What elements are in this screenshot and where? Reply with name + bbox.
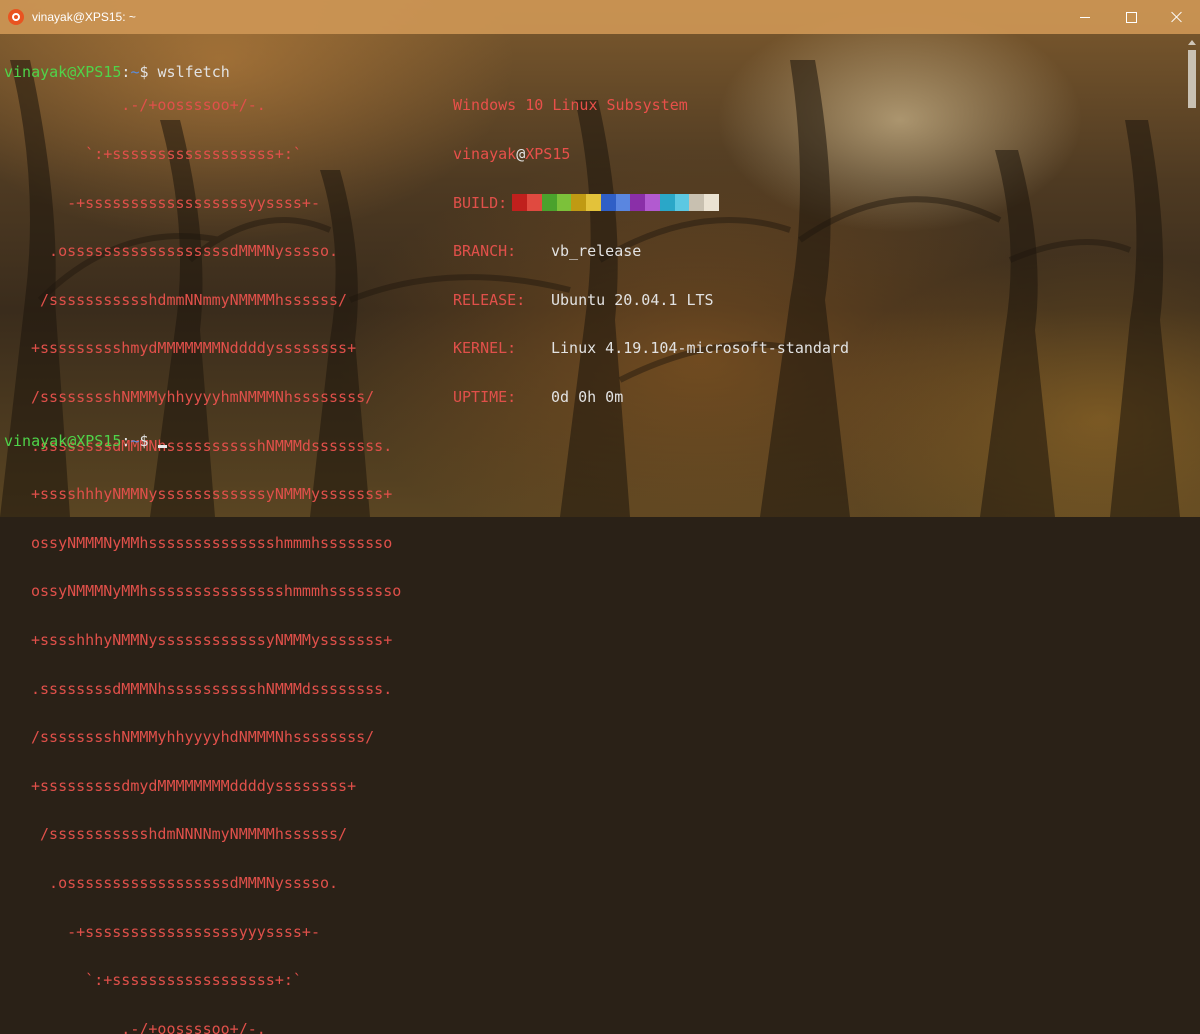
close-button[interactable] xyxy=(1154,0,1200,34)
title-bar[interactable]: vinayak@XPS15: ~ xyxy=(0,0,1200,34)
info-row-branch: BRANCH: vb_release xyxy=(453,243,849,259)
text-cursor xyxy=(157,445,167,449)
palette-swatch xyxy=(704,194,719,211)
ascii-line: /sssssssshNMMMyhhyyyyhdNMMMNhssssssss/ xyxy=(31,728,375,747)
ascii-line: .ossssssssssssssssssdMMMNysssso. xyxy=(31,873,339,892)
palette-swatch xyxy=(615,194,630,211)
info-at: @ xyxy=(516,145,526,163)
info-value: 0d 0h 0m xyxy=(551,387,624,406)
ascii-line: /ssssssssssshdmNNNNmyNMMMMhssssss/ xyxy=(31,825,348,844)
ascii-line: -+ssssssssssssssssssyyssss+- xyxy=(31,193,320,212)
info-row-uptime: UPTIME: 0d 0h 0m xyxy=(453,389,849,405)
palette-swatch xyxy=(674,194,689,211)
ascii-line: +sssshhhyNMMNyssssssssssssyNMMMysssssss+ xyxy=(31,485,393,504)
ascii-line: ossyNMMMNyMMhsssssssssssssshmmmhssssssso xyxy=(31,533,393,552)
info-userhost: vinayak@XPS15 xyxy=(453,146,849,162)
palette-swatch xyxy=(556,194,571,211)
info-key: KERNEL: xyxy=(453,339,517,358)
ascii-line: .-/+oossssoo+/-. xyxy=(31,1019,266,1034)
palette-swatch xyxy=(630,194,645,211)
prompt-line[interactable]: vinayak@XPS15:~$ xyxy=(4,432,167,451)
ascii-line: +sssssssssdmydMMMMMMMMddddyssssssss+ xyxy=(31,776,357,795)
info-header: Windows 10 Linux Subsystem xyxy=(453,96,688,115)
palette-swatch xyxy=(512,194,527,211)
ubuntu-icon xyxy=(8,9,24,25)
ascii-line: .ossssssssssssssssssdMMMNysssso. xyxy=(31,242,339,261)
info-value: Ubuntu 20.04.1 LTS xyxy=(551,290,714,309)
ascii-line: .-/+oossssoo+/-. xyxy=(31,96,266,115)
ascii-line: `:+ssssssssssssssssss+:` xyxy=(31,971,302,990)
color-palette xyxy=(512,194,719,211)
info-key: BRANCH: xyxy=(453,242,517,261)
info-user: vinayak xyxy=(453,145,517,163)
minimize-button[interactable] xyxy=(1062,0,1108,34)
maximize-icon xyxy=(1125,11,1137,23)
ascii-line: /ssssssssssshdmmNNmmyNMMMMhssssss/ xyxy=(31,290,348,309)
palette-swatch xyxy=(659,194,675,211)
info-value: Linux 4.19.104-microsoft-standard xyxy=(551,339,850,358)
prompt-symbol: $ xyxy=(139,432,149,451)
terminal-prompt[interactable]: vinayak@XPS15:~$ xyxy=(4,401,167,466)
scroll-up-arrow-icon[interactable] xyxy=(1188,40,1196,45)
ascii-line: `:+ssssssssssssssssss+:` xyxy=(31,145,302,163)
palette-swatch xyxy=(571,194,586,211)
minimize-icon xyxy=(1080,16,1090,18)
ascii-line: -+sssssssssssssssssyyyssss+- xyxy=(31,922,320,941)
ascii-line: ossyNMMMNyMMhssssssssssssssshmmmhsssssss… xyxy=(31,582,402,601)
palette-swatch xyxy=(600,194,616,211)
info-value: vb_release xyxy=(551,242,642,261)
ubuntu-ascii-logo: .-/+oossssoo+/-. `:+ssssssssssssssssss+:… xyxy=(31,65,401,1034)
palette-swatch xyxy=(586,194,601,211)
info-key: UPTIME: xyxy=(453,387,517,406)
info-host: XPS15 xyxy=(525,145,571,163)
scroll-thumb[interactable] xyxy=(1188,50,1196,108)
ascii-line: +ssssssssshmydMMMMMMMNddddyssssssss+ xyxy=(31,339,357,358)
ascii-line: .ssssssssdMMMNhsssssssssshNMMMdssssssss. xyxy=(31,679,393,698)
info-row-release: RELEASE: Ubuntu 20.04.1 LTS xyxy=(453,292,849,308)
info-key: RELEASE: xyxy=(453,290,526,309)
window-controls xyxy=(1062,0,1200,34)
maximize-button[interactable] xyxy=(1108,0,1154,34)
palette-swatch xyxy=(527,194,542,211)
palette-swatch xyxy=(541,194,557,211)
palette-swatch xyxy=(645,194,660,211)
info-row-kernel: KERNEL: Linux 4.19.104-microsoft-standard xyxy=(453,340,849,356)
prompt-user: vinayak@XPS15 xyxy=(4,432,122,451)
close-icon xyxy=(1171,11,1183,23)
ascii-line: +sssshhhyNMMNyssssssssssssyNMMMysssssss+ xyxy=(31,630,393,649)
system-info: Windows 10 Linux Subsystem vinayak@XPS15… xyxy=(453,65,849,421)
palette-swatch xyxy=(689,194,704,211)
window-title: vinayak@XPS15: ~ xyxy=(32,10,136,24)
scrollbar[interactable] xyxy=(1184,34,1200,517)
